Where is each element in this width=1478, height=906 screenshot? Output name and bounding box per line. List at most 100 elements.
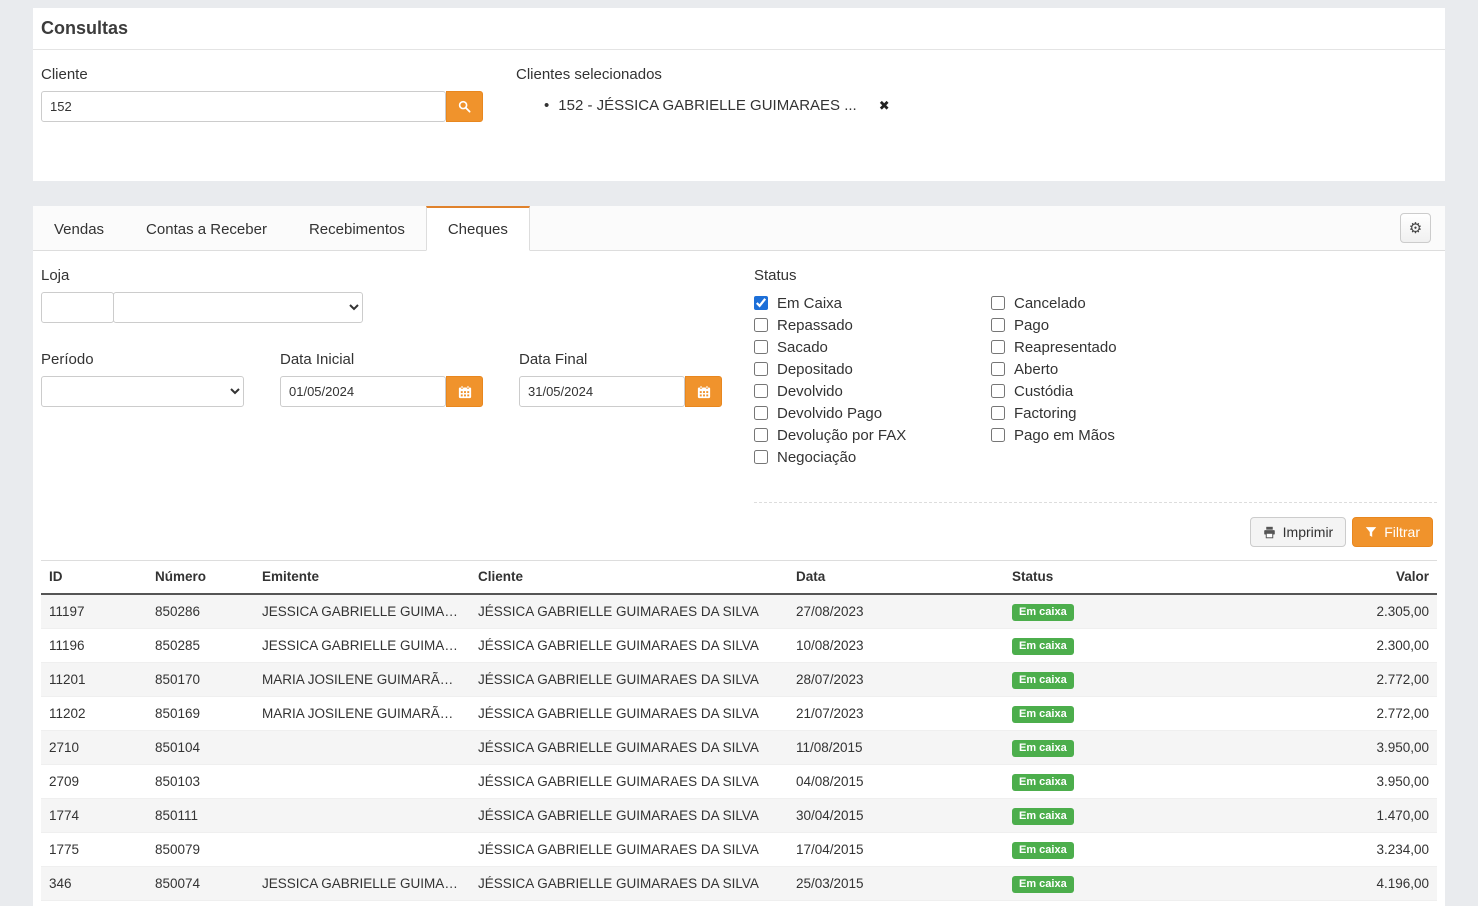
column-header-valor: Valor bbox=[1224, 561, 1437, 595]
checkbox[interactable] bbox=[754, 318, 768, 332]
checkbox-label: Factoring bbox=[1014, 405, 1077, 422]
data-final-calendar-button[interactable] bbox=[685, 376, 722, 407]
column-header-numero: Número bbox=[147, 561, 254, 595]
status-checkbox-repassado[interactable]: Repassado bbox=[754, 314, 991, 336]
checkbox[interactable] bbox=[754, 428, 768, 442]
client-search-button[interactable] bbox=[446, 91, 483, 122]
table-row[interactable]: 1774 850111 JÉSSICA GABRIELLE GUIMARAES … bbox=[41, 799, 1437, 833]
cell-data: 17/04/2015 bbox=[788, 833, 1004, 867]
tab-bar: Vendas Contas a Receber Recebimentos Che… bbox=[33, 206, 1445, 251]
tab-cheques[interactable]: Cheques bbox=[426, 206, 530, 251]
cell-cliente: JÉSSICA GABRIELLE GUIMARAES DA SILVA bbox=[470, 731, 788, 765]
cell-numero: 850169 bbox=[147, 697, 254, 731]
status-column-2: Cancelado Pago Reapresentado Aberto bbox=[991, 292, 1228, 468]
status-checkbox-devolucao-por-fax[interactable]: Devolução por FAX bbox=[754, 424, 991, 446]
cell-data: 21/07/2023 bbox=[788, 697, 1004, 731]
checkbox[interactable] bbox=[991, 318, 1005, 332]
checkbox[interactable] bbox=[991, 428, 1005, 442]
status-checkbox-pago-em-maos[interactable]: Pago em Mãos bbox=[991, 424, 1228, 446]
cell-status: Em caixa bbox=[1004, 799, 1224, 833]
cell-data: 30/04/2015 bbox=[788, 799, 1004, 833]
table-row[interactable]: 11197 850286 JESSICA GABRIELLE GUIMARAES… bbox=[41, 594, 1437, 629]
imprimir-button[interactable]: Imprimir bbox=[1250, 517, 1347, 547]
status-checkbox-pago[interactable]: Pago bbox=[991, 314, 1228, 336]
checkbox[interactable] bbox=[991, 362, 1005, 376]
tab-vendas[interactable]: Vendas bbox=[33, 207, 125, 251]
data-inicial-input[interactable] bbox=[280, 376, 446, 407]
checkbox[interactable] bbox=[754, 406, 768, 420]
cell-id: 1775 bbox=[41, 833, 147, 867]
table-row[interactable]: 2710 850104 JÉSSICA GABRIELLE GUIMARAES … bbox=[41, 731, 1437, 765]
cell-emitente bbox=[254, 833, 470, 867]
checkbox[interactable] bbox=[991, 406, 1005, 420]
cell-status: Em caixa bbox=[1004, 833, 1224, 867]
calendar-icon bbox=[697, 385, 711, 399]
data-inicial-group: Data Inicial bbox=[280, 350, 483, 407]
data-final-input[interactable] bbox=[519, 376, 685, 407]
table-header: ID Número Emitente Cliente Data Status V… bbox=[41, 561, 1437, 595]
cell-emitente bbox=[254, 799, 470, 833]
cell-cliente: JÉSSICA GABRIELLE GUIMARAES DA SILVA bbox=[470, 799, 788, 833]
cell-emitente: MARIA JOSILENE GUIMARÃES SILVA bbox=[254, 697, 470, 731]
cell-numero: 850074 bbox=[147, 867, 254, 901]
checkbox[interactable] bbox=[991, 340, 1005, 354]
cell-valor: 2.772,00 bbox=[1224, 697, 1437, 731]
status-checkbox-cancelado[interactable]: Cancelado bbox=[991, 292, 1228, 314]
checkbox-label: Negociação bbox=[777, 449, 856, 466]
cell-id: 2710 bbox=[41, 731, 147, 765]
status-badge: Em caixa bbox=[1012, 808, 1074, 825]
remove-client-icon[interactable]: ✖ bbox=[879, 98, 890, 114]
checkbox[interactable] bbox=[754, 296, 768, 310]
status-checkbox-sacado[interactable]: Sacado bbox=[754, 336, 991, 358]
table-row[interactable]: 11201 850170 MARIA JOSILENE GUIMARÃES SI… bbox=[41, 663, 1437, 697]
imprimir-label: Imprimir bbox=[1283, 524, 1334, 540]
status-checkbox-devolvido-pago[interactable]: Devolvido Pago bbox=[754, 402, 991, 424]
status-checkbox-aberto[interactable]: Aberto bbox=[991, 358, 1228, 380]
checkbox[interactable] bbox=[754, 340, 768, 354]
data-inicial-calendar-button[interactable] bbox=[446, 376, 483, 407]
table-row[interactable]: 2709 850103 JÉSSICA GABRIELLE GUIMARAES … bbox=[41, 765, 1437, 799]
cell-data: 28/07/2023 bbox=[788, 663, 1004, 697]
printer-icon bbox=[1263, 526, 1276, 539]
client-search-input[interactable] bbox=[41, 91, 446, 122]
checkbox[interactable] bbox=[991, 384, 1005, 398]
status-checkbox-reapresentado[interactable]: Reapresentado bbox=[991, 336, 1228, 358]
table-row[interactable]: 1775 850079 JÉSSICA GABRIELLE GUIMARAES … bbox=[41, 833, 1437, 867]
selected-clients-header: Clientes selecionados bbox=[516, 65, 890, 85]
checkbox[interactable] bbox=[991, 296, 1005, 310]
status-filter-group: Status Em Caixa Repassado Sacado bbox=[754, 266, 1437, 503]
checkbox[interactable] bbox=[754, 384, 768, 398]
tab-recebimentos[interactable]: Recebimentos bbox=[288, 207, 426, 251]
status-checkbox-devolvido[interactable]: Devolvido bbox=[754, 380, 991, 402]
actions-row: Imprimir Filtrar bbox=[33, 503, 1445, 547]
client-search-section: Cliente Clientes selecionados 152 - JÉSS bbox=[33, 50, 1445, 181]
loja-select[interactable] bbox=[113, 292, 363, 323]
cell-emitente: JESSICA GABRIELLE GUIMARAES SILVA bbox=[254, 867, 470, 901]
filtrar-button[interactable]: Filtrar bbox=[1352, 517, 1433, 547]
settings-button[interactable]: ⚙ bbox=[1400, 213, 1431, 243]
periodo-group: Período bbox=[41, 350, 244, 407]
table-row[interactable]: 346 850074 JESSICA GABRIELLE GUIMARAES S… bbox=[41, 867, 1437, 901]
cell-status: Em caixa bbox=[1004, 697, 1224, 731]
checkbox-label: Devolvido bbox=[777, 383, 843, 400]
loja-code-input[interactable] bbox=[41, 292, 114, 323]
status-checkbox-custodia[interactable]: Custódia bbox=[991, 380, 1228, 402]
periodo-label: Período bbox=[41, 350, 244, 370]
checkbox[interactable] bbox=[754, 362, 768, 376]
status-checkbox-negociacao[interactable]: Negociação bbox=[754, 446, 991, 468]
table-row[interactable]: 11196 850285 JESSICA GABRIELLE GUIMARAES… bbox=[41, 629, 1437, 663]
loja-label: Loja bbox=[41, 266, 754, 286]
status-checkbox-em-caixa[interactable]: Em Caixa bbox=[754, 292, 991, 314]
left-filters: Loja Período Data Inicial bbox=[41, 266, 754, 503]
cell-emitente: JESSICA GABRIELLE GUIMARAES D... bbox=[254, 594, 470, 629]
cell-cliente: JÉSSICA GABRIELLE GUIMARAES DA SILVA bbox=[470, 629, 788, 663]
table-row[interactable]: 11202 850169 MARIA JOSILENE GUIMARÃES SI… bbox=[41, 697, 1437, 731]
data-inicial-label: Data Inicial bbox=[280, 350, 483, 370]
status-checkbox-factoring[interactable]: Factoring bbox=[991, 402, 1228, 424]
tab-contas-a-receber[interactable]: Contas a Receber bbox=[125, 207, 288, 251]
status-badge: Em caixa bbox=[1012, 876, 1074, 893]
periodo-select[interactable] bbox=[41, 376, 244, 407]
status-checkbox-depositado[interactable]: Depositado bbox=[754, 358, 991, 380]
cell-valor: 2.305,00 bbox=[1224, 594, 1437, 629]
checkbox[interactable] bbox=[754, 450, 768, 464]
